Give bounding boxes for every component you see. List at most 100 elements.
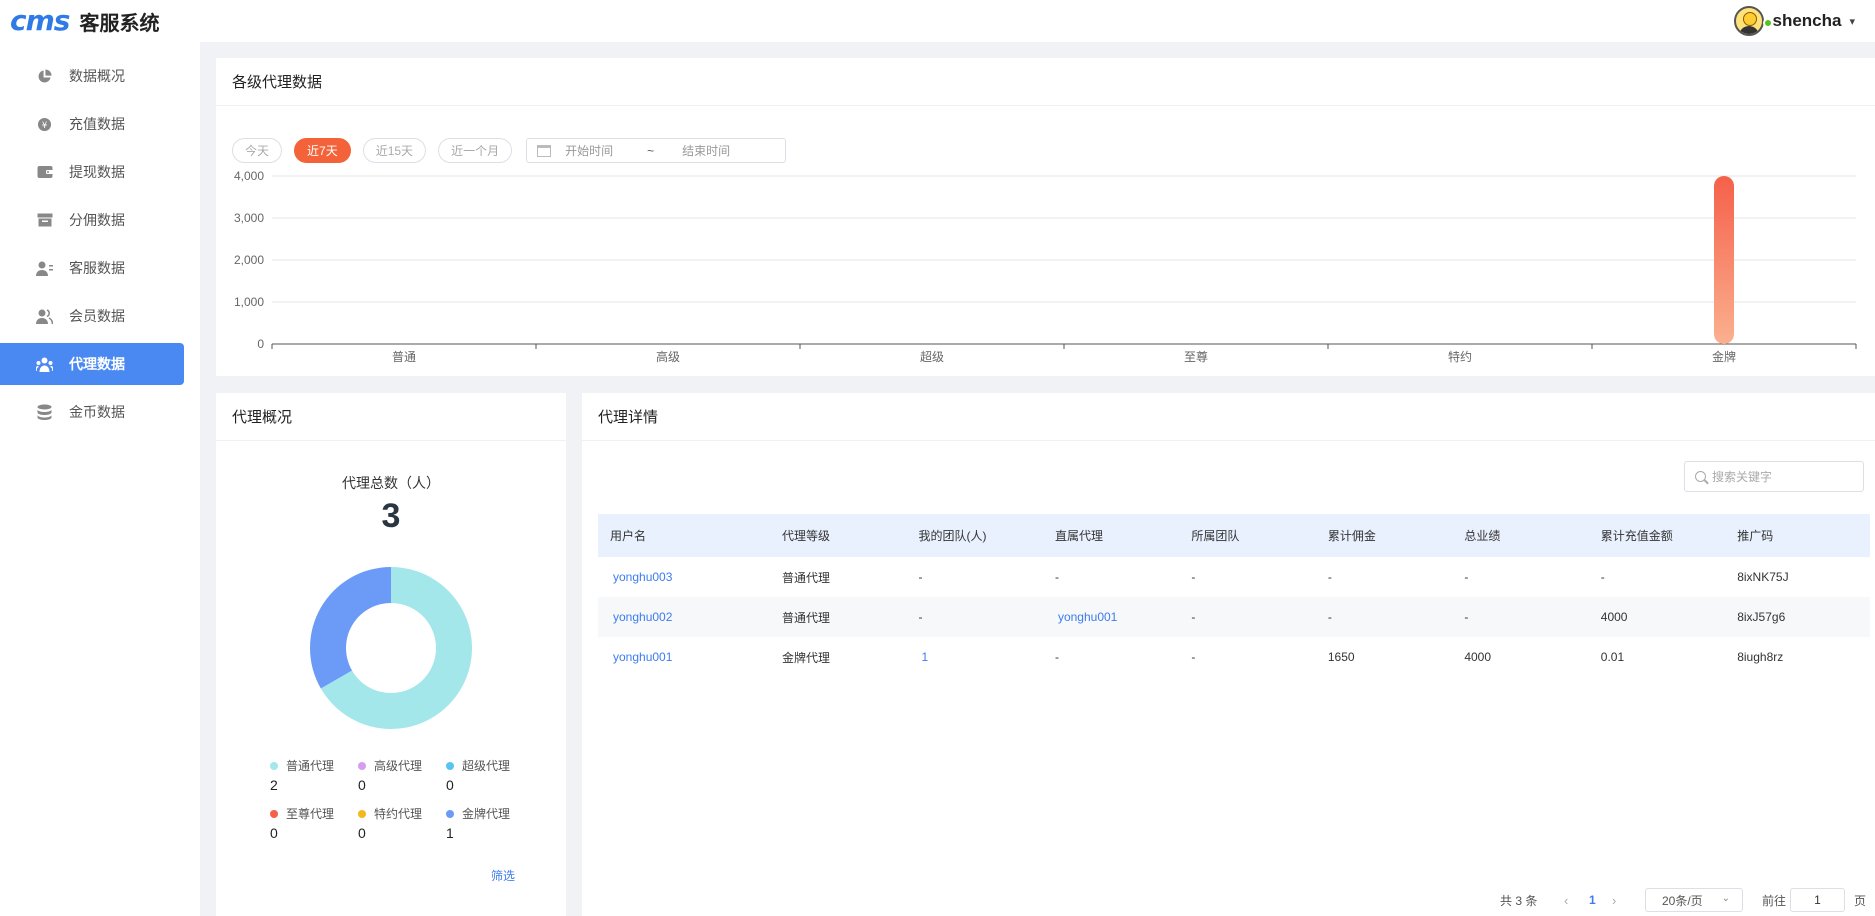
- goto-page-input[interactable]: 1: [1790, 888, 1845, 912]
- x-tick-label: 特约: [1448, 349, 1472, 364]
- legend-dot-icon: [358, 761, 366, 770]
- column-header[interactable]: 累计充值金额: [1589, 514, 1725, 557]
- end-date-input[interactable]: 结束时间: [682, 142, 730, 159]
- page-number-1[interactable]: 1: [1589, 885, 1596, 915]
- table-cell-link[interactable]: yonghu002: [598, 597, 770, 637]
- legend-label: 金牌代理: [462, 807, 511, 821]
- sidebar-item-1[interactable]: ¥ 充值数据: [0, 103, 184, 145]
- total-agents-label: 代理总数（人）: [342, 475, 440, 491]
- legend-dot-icon: [358, 809, 366, 818]
- table-cell-link[interactable]: yonghu001: [1043, 597, 1179, 637]
- legend-label-row: 金牌代理: [446, 805, 534, 822]
- legend-item[interactable]: 高级代理 0: [358, 757, 446, 799]
- y-tick-label: 0: [257, 337, 264, 351]
- filter-7days[interactable]: 近7天: [294, 138, 351, 163]
- legend-label: 超级代理: [462, 759, 511, 773]
- x-tick-label: 至尊: [1184, 349, 1208, 364]
- username[interactable]: shencha: [1772, 11, 1841, 31]
- sidebar-item-7[interactable]: 金币数据: [0, 391, 184, 433]
- filter-month[interactable]: 近一个月: [438, 138, 513, 163]
- legend-dot-icon: [270, 761, 278, 770]
- table-row[interactable]: yonghu001 金牌代理 1- -1650 4000 0.01 8iugh8rz: [598, 637, 1870, 677]
- table-cell: 金牌代理: [782, 650, 831, 665]
- column-header[interactable]: 用户名: [598, 514, 770, 557]
- start-date-input[interactable]: 开始时间: [565, 142, 613, 159]
- sidebar-item-2[interactable]: 提现数据: [0, 151, 184, 193]
- search-icon: [1695, 471, 1706, 482]
- agent-levels-bar-chart: 0 1,000 2,000 3,000 4,000 普通 高级 超级 至尊 特约 金牌: [234, 169, 1857, 364]
- legend-item[interactable]: 至尊代理 0: [270, 805, 358, 847]
- legend-value: 1: [446, 825, 454, 841]
- legend-label-row: 普通代理: [270, 757, 358, 774]
- legend-value: 0: [270, 825, 278, 841]
- next-page-button[interactable]: ›: [1612, 885, 1616, 915]
- x-tick-label: 超级: [920, 349, 944, 364]
- sidebar-item-4[interactable]: 客服数据: [0, 247, 184, 289]
- legend-label: 特约代理: [374, 807, 423, 821]
- table-cell: -: [1191, 610, 1196, 624]
- date-separator: ~: [647, 143, 655, 158]
- column-header[interactable]: 累计佣金: [1316, 514, 1452, 557]
- table-row[interactable]: yonghu002 普通代理 - yonghu001- - -4000 8ixJ57g6: [598, 597, 1870, 637]
- table-cell: 8ixJ57g6: [1737, 610, 1786, 624]
- legend-label-row: 高级代理: [358, 757, 446, 774]
- x-tick-label: 金牌: [1712, 349, 1736, 364]
- bar-金牌: [1714, 176, 1734, 344]
- column-header[interactable]: 直属代理: [1043, 514, 1179, 557]
- team-icon: [36, 356, 53, 373]
- search-input[interactable]: 搜索关键字: [1684, 461, 1864, 492]
- column-header[interactable]: 代理等级: [770, 514, 906, 557]
- cms-logo: cms: [10, 4, 70, 37]
- page-size-select[interactable]: 20条/页 ⌄: [1645, 888, 1743, 912]
- sidebar-item-label: 客服数据: [69, 260, 125, 276]
- sidebar-item-5[interactable]: 会员数据: [0, 295, 184, 337]
- yen-coin-icon: ¥: [36, 116, 53, 133]
- sidebar-item-label: 充值数据: [69, 116, 125, 132]
- legend-dot-icon: [446, 809, 454, 818]
- chevron-down-icon[interactable]: ▾: [1849, 15, 1855, 28]
- table-cell: 0.01: [1600, 650, 1625, 664]
- table-cell-link[interactable]: yonghu001: [598, 637, 770, 677]
- filter-today[interactable]: 今天: [232, 138, 283, 163]
- filter-15days[interactable]: 近15天: [362, 138, 427, 163]
- table-cell-link[interactable]: yonghu003: [598, 557, 770, 597]
- legend-item[interactable]: 金牌代理 1: [446, 805, 534, 847]
- legend-value: 0: [358, 777, 366, 793]
- brand[interactable]: cms 客服系统: [0, 0, 159, 42]
- legend-label: 高级代理: [374, 759, 423, 773]
- column-header[interactable]: 推广码: [1725, 514, 1870, 557]
- table-cell: 8iugh8rz: [1737, 650, 1784, 664]
- sidebar-item-label: 提现数据: [69, 164, 125, 180]
- sidebar-item-label: 代理数据: [69, 356, 125, 372]
- app-title: 客服系统: [79, 12, 160, 35]
- table-cell: -: [1464, 570, 1469, 584]
- table-cell: 4000: [1464, 650, 1492, 664]
- legend-label: 普通代理: [286, 759, 335, 773]
- table-cell-link[interactable]: 1: [907, 637, 1043, 677]
- total-agents-value: 3: [381, 497, 401, 535]
- legend-item[interactable]: 普通代理 2: [270, 757, 358, 799]
- table-row[interactable]: yonghu003 普通代理 - - - - - - 8ixNK75J: [598, 557, 1870, 597]
- column-header[interactable]: 总业绩: [1452, 514, 1588, 557]
- legend-dot-icon: [446, 761, 454, 770]
- legend-label-row: 特约代理: [358, 805, 446, 822]
- legend-item[interactable]: 超级代理 0: [446, 757, 534, 799]
- date-range-picker[interactable]: 开始时间 ~ 结束时间: [526, 138, 787, 163]
- online-status-dot: [1763, 18, 1773, 28]
- column-header[interactable]: 所属团队: [1179, 514, 1315, 557]
- date-filter-row: 今天 近7天 近15天 近一个月 开始时间 ~ 结束时间: [232, 138, 787, 163]
- agent-details-title: 代理详情: [582, 393, 1875, 441]
- sidebar-item-3[interactable]: 分佣数据: [0, 199, 184, 241]
- prev-page-button[interactable]: ‹: [1564, 885, 1568, 915]
- sidebar-item-6[interactable]: 代理数据: [0, 343, 184, 385]
- sidebar-item-0[interactable]: 数据概况: [0, 55, 184, 97]
- agent-donut-chart: [310, 567, 472, 729]
- sidebar-item-label: 金币数据: [69, 404, 125, 420]
- legend-item[interactable]: 特约代理 0: [358, 805, 446, 847]
- x-tick-label: 高级: [656, 349, 680, 364]
- column-header[interactable]: 我的团队(人): [907, 514, 1043, 557]
- user-menu[interactable]: shencha ▾: [1734, 6, 1875, 36]
- avatar[interactable]: [1734, 6, 1765, 36]
- filter-link[interactable]: 筛选: [491, 867, 515, 884]
- table-cell: -: [1464, 610, 1469, 624]
